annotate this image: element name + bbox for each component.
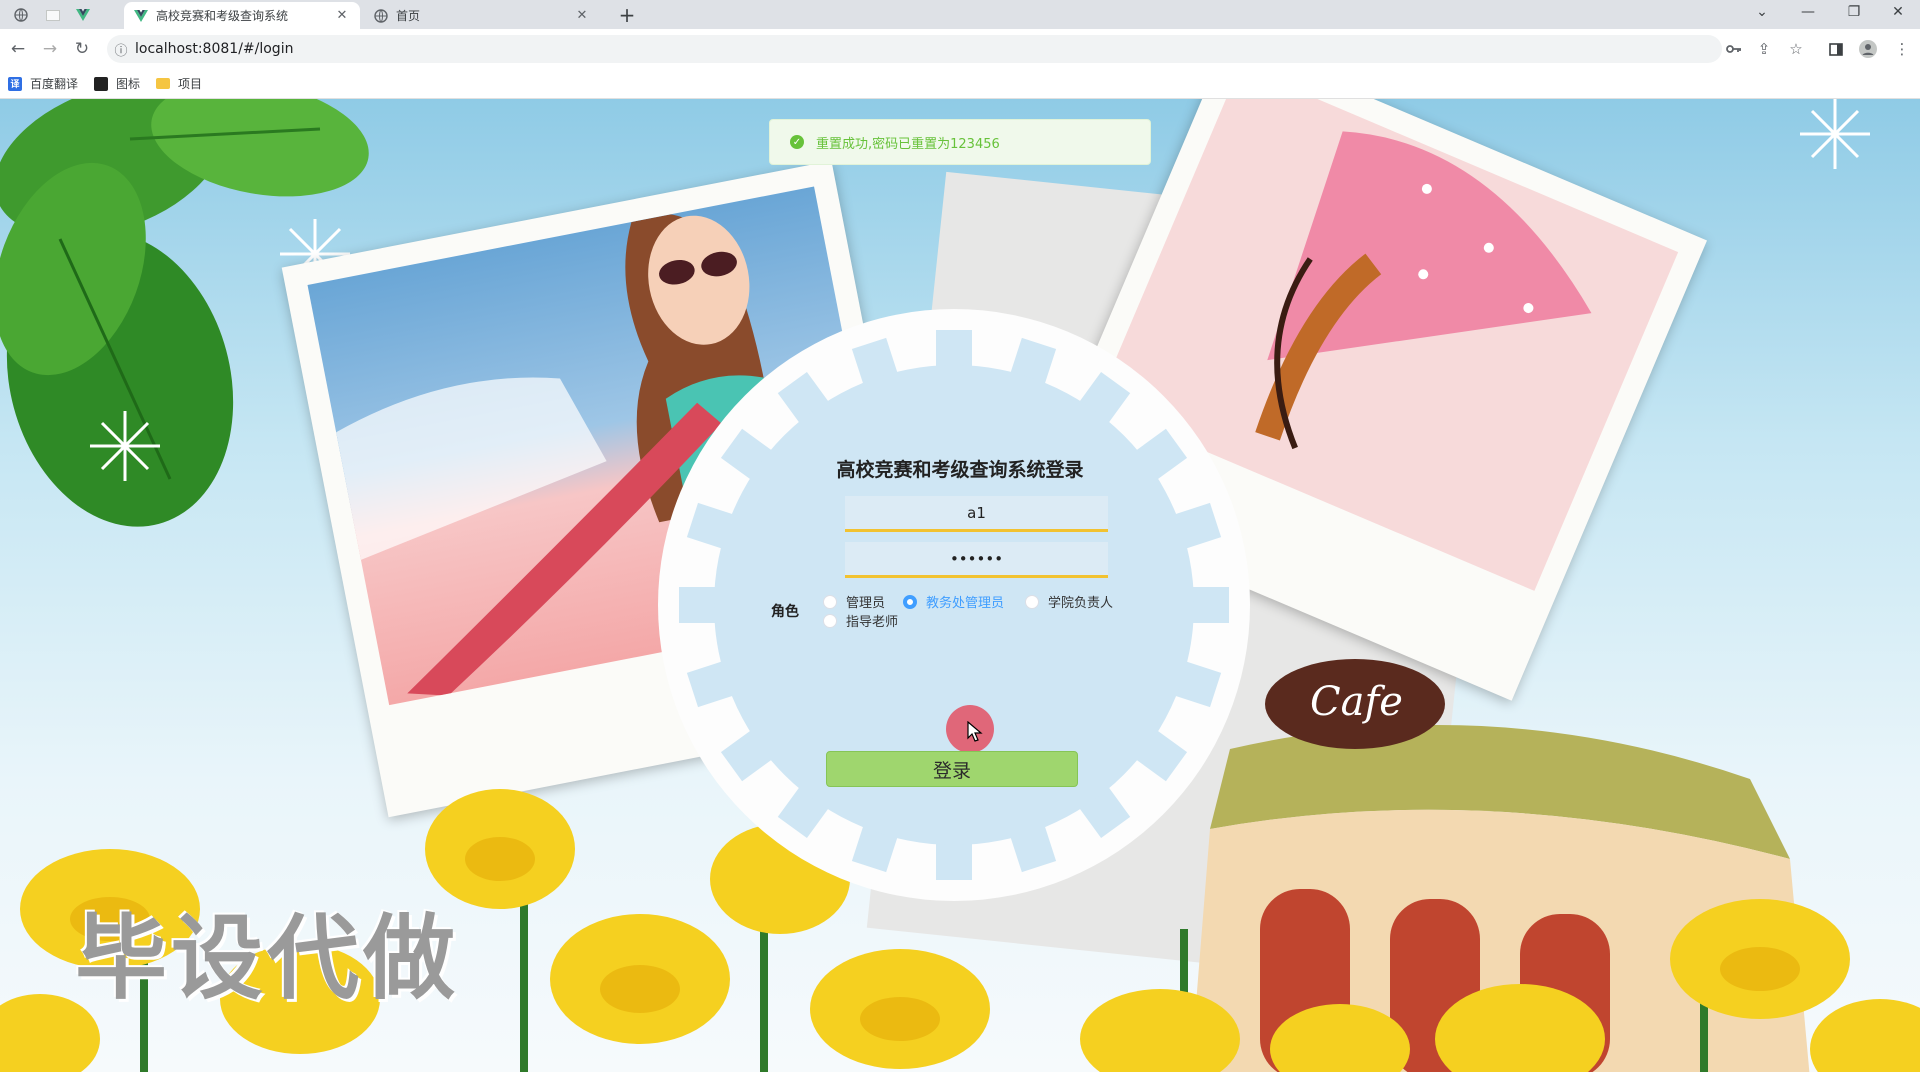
mouse-pointer-icon: [967, 721, 983, 742]
bookmarks-bar: 译 百度翻译 图标 项目: [0, 69, 1920, 99]
password-key-icon[interactable]: [1722, 37, 1746, 61]
site-info-icon[interactable]: ⓘ: [107, 40, 135, 59]
close-window-icon[interactable]: ✕: [1876, 0, 1920, 24]
pinned-tab-globe[interactable]: [8, 3, 34, 27]
close-tab-icon[interactable]: ✕: [334, 8, 350, 23]
browser-toolbar: ← → ↻ ⓘ localhost:8081/#/login ⇪ ☆ ⋮: [0, 29, 1920, 69]
browser-menu-icon[interactable]: ⋮: [1890, 37, 1914, 61]
bookmark-folder-project[interactable]: 项目: [156, 75, 202, 92]
toast-message: 重置成功,密码已重置为123456: [816, 136, 1000, 152]
globe-icon: [14, 8, 28, 22]
forward-arrow-icon[interactable]: →: [38, 37, 62, 61]
address-bar[interactable]: ⓘ localhost:8081/#/login: [107, 35, 1722, 63]
bookmark-label: 项目: [178, 77, 203, 91]
new-tab-button[interactable]: +: [614, 2, 640, 28]
check-circle-icon: ✓: [790, 135, 804, 149]
radio-label: 教务处管理员: [926, 596, 1005, 611]
folder-icon: [156, 78, 171, 89]
role-label: 角色: [771, 604, 799, 620]
share-icon[interactable]: ⇪: [1752, 37, 1776, 61]
reload-icon[interactable]: ↻: [70, 37, 94, 61]
password-input[interactable]: [845, 542, 1108, 578]
tab-search-chevron-icon[interactable]: ⌄: [1740, 0, 1784, 24]
radio-label: 指导老师: [846, 615, 899, 630]
close-tab-icon[interactable]: ✕: [574, 8, 590, 23]
radio-circle[interactable]: [823, 613, 837, 628]
side-panel-icon[interactable]: [1824, 37, 1848, 61]
tab-login-page[interactable]: 高校竞赛和考级查询系统 ✕: [124, 2, 360, 29]
sparkle-icon: [90, 411, 160, 481]
baidu-translate-icon: 译: [8, 76, 22, 91]
globe-icon: [374, 8, 388, 23]
role-radio-academic-admin[interactable]: 教务处管理员: [903, 592, 1004, 611]
role-radio-college-head[interactable]: 学院负责人: [1025, 592, 1113, 611]
success-toast: ✓ 重置成功,密码已重置为123456: [769, 119, 1151, 165]
radio-circle[interactable]: [1025, 594, 1039, 609]
bookmark-label: 百度翻译: [30, 77, 79, 91]
radio-label: 学院负责人: [1048, 596, 1114, 611]
role-radio-advisor[interactable]: 指导老师: [823, 611, 898, 630]
sparkle-icon: [1800, 99, 1870, 169]
profile-avatar-icon[interactable]: [1856, 37, 1880, 61]
role-radio-admin[interactable]: 管理员: [823, 592, 885, 611]
login-page: Cafe ✓ 重置成功,密码已重置为123456 高校竞赛和考级查询系统登录 角…: [0, 99, 1920, 1072]
bookmark-baidu-translate[interactable]: 译 百度翻译: [8, 75, 78, 92]
login-title: 高校竞赛和考级查询系统登录: [836, 459, 1084, 481]
vue-logo-icon: [76, 9, 90, 21]
pinned-tab-blank[interactable]: [40, 3, 66, 27]
radio-circle-checked[interactable]: [903, 594, 917, 609]
pinned-tab-vue[interactable]: [70, 3, 96, 27]
tab-title: 高校竞赛和考级查询系统: [156, 9, 289, 23]
cafe-sign-text: Cafe: [1310, 679, 1403, 725]
username-input[interactable]: [845, 496, 1108, 532]
bookmark-star-icon[interactable]: ☆: [1784, 37, 1808, 61]
bookmark-icons[interactable]: 图标: [94, 75, 140, 92]
back-arrow-icon[interactable]: ←: [6, 37, 30, 61]
iconfont-icon: [94, 76, 109, 91]
vue-logo-icon: [134, 9, 148, 22]
minimize-window-icon[interactable]: —: [1786, 0, 1830, 24]
watermark-text: 毕设代做: [75, 905, 460, 1012]
tab-home-page[interactable]: 首页 ✕: [364, 2, 600, 29]
address-url: localhost:8081/#/login: [135, 41, 294, 57]
radio-circle[interactable]: [823, 594, 837, 609]
login-button[interactable]: 登录: [826, 751, 1078, 787]
radio-label: 管理员: [846, 596, 886, 611]
tab-title: 首页: [396, 9, 421, 23]
restore-window-icon[interactable]: ❐: [1832, 0, 1876, 24]
browser-tab-strip: 高校竞赛和考级查询系统 ✕ 首页 ✕ + ⌄ — ❐ ✕: [0, 0, 1920, 29]
bookmark-label: 图标: [116, 77, 141, 91]
blank-page-icon: [46, 9, 60, 21]
